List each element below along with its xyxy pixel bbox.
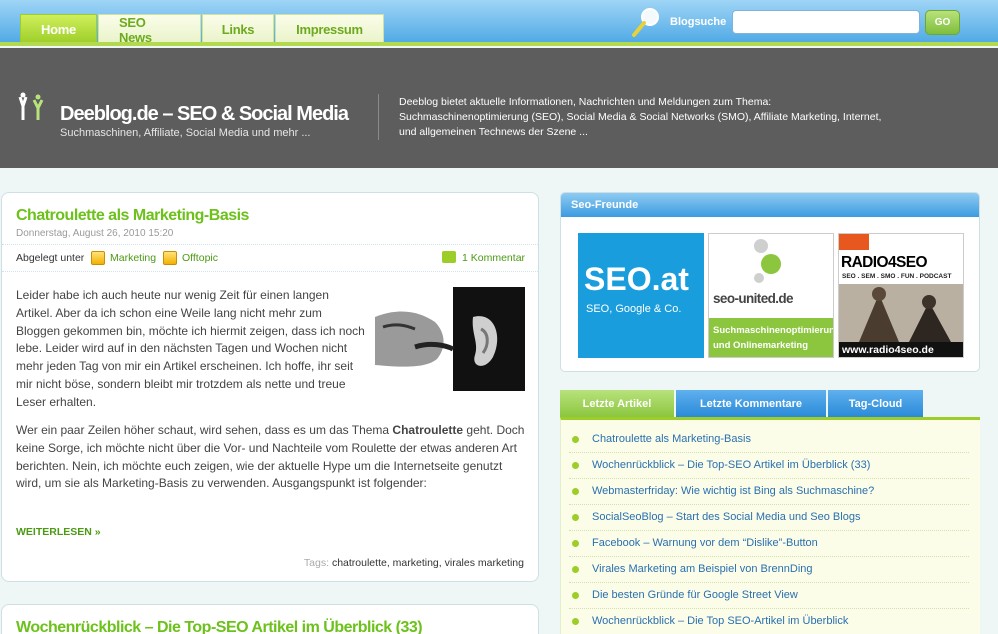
post-card: Wochenrückblick – Die Top-SEO Artikel im… — [1, 604, 539, 634]
article-link[interactable]: Wochenrückblick – Die Top-SEO Artikel im… — [592, 459, 870, 471]
site-logo-icon[interactable] — [18, 92, 50, 122]
site-tagline: Suchmaschinen, Affiliate, Social Media u… — [60, 127, 311, 139]
article-link[interactable]: Webmasterfriday: Wie wichtig ist Bing al… — [592, 485, 874, 497]
post-tags: Tags: chatroulette, marketing, virales m… — [303, 557, 524, 569]
list-item: Virales Marketing am Beispiel von BrennD… — [569, 557, 969, 583]
top-bar: Home SEO News Links Impressum Blogsuche … — [0, 0, 998, 46]
article-link[interactable]: Chatroulette als Marketing-Basis — [592, 433, 751, 445]
bullet-icon — [572, 540, 579, 547]
tab-latest-articles[interactable]: Letzte Artikel — [560, 390, 674, 417]
tab-latest-comments[interactable]: Letzte Kommentare — [676, 390, 826, 417]
bullet-icon — [572, 592, 579, 599]
banner-accent-bar — [839, 234, 869, 250]
list-item: Die besten Gründe für Google Street View — [569, 583, 969, 609]
post-paragraph: Wer ein paar Zeilen höher schaut, wird s… — [16, 422, 526, 493]
category-link-marketing[interactable]: Marketing — [110, 252, 156, 264]
comments-link[interactable]: 1 Kommentar — [462, 252, 525, 264]
list-item: Wochenrückblick – Die Top SEO-Artikel im… — [569, 609, 969, 634]
read-more-link[interactable]: WEITERLESEN » — [16, 526, 101, 538]
post-title[interactable]: Wochenrückblick – Die Top-SEO Artikel im… — [16, 619, 423, 634]
list-item: Chatroulette als Marketing-Basis — [569, 427, 969, 453]
tag-link[interactable]: virales marketing — [445, 557, 524, 569]
whisper-photo-icon — [375, 287, 525, 391]
latest-articles-panel: Chatroulette als Marketing-Basis Wochenr… — [560, 417, 980, 634]
bullet-icon — [572, 488, 579, 495]
seo-united-logo-icon — [754, 239, 781, 283]
nav-tab-links[interactable]: Links — [202, 14, 274, 44]
site-header: Deeblog.de – SEO & Social Media Suchmasc… — [0, 48, 998, 168]
tab-tag-cloud[interactable]: Tag-Cloud — [828, 390, 923, 417]
article-link[interactable]: Facebook – Warnung vor dem “Dislike”-But… — [592, 537, 818, 549]
nav-tab-seo-news[interactable]: SEO News — [98, 14, 201, 45]
post-meta-bar: Abgelegt unter Marketing Offtopic 1 Komm… — [2, 244, 538, 272]
post-title[interactable]: Chatroulette als Marketing-Basis — [16, 207, 249, 225]
banner-subtitle: Suchmaschinenoptimierung und Onlinemarke… — [709, 318, 833, 357]
comment-icon — [442, 251, 456, 263]
article-link[interactable]: Die besten Gründe für Google Street View — [592, 589, 798, 601]
search-input[interactable] — [732, 10, 920, 34]
tag-link[interactable]: marketing — [393, 557, 439, 569]
tags-label: Tags: — [303, 557, 330, 569]
banner-url: www.radio4seo.de — [839, 342, 963, 357]
bullet-icon — [572, 566, 579, 573]
seo-friends-title: Seo-Freunde — [561, 193, 979, 217]
radio-photo-icon — [839, 284, 963, 342]
main-nav: Home SEO News Links Impressum — [20, 14, 385, 45]
list-item: Webmasterfriday: Wie wichtig ist Bing al… — [569, 479, 969, 505]
tag-link[interactable]: chatroulette — [332, 557, 387, 569]
banner-seo-at[interactable]: SEO.at SEO, Google & Co. — [578, 233, 704, 358]
bullet-icon — [572, 462, 579, 469]
article-link[interactable]: Wochenrückblick – Die Top SEO-Artikel im… — [592, 615, 848, 627]
post-image-whisper — [375, 287, 525, 391]
text-span: Wer ein paar Zeilen höher schaut, wird s… — [16, 423, 393, 437]
banner-subtitle: SEO . SEM . SMO . FUN . PODCAST — [842, 273, 952, 280]
nav-underline — [0, 42, 998, 46]
search-label: Blogsuche — [670, 16, 727, 28]
magnifier-icon — [632, 8, 659, 37]
folder-icon — [163, 251, 177, 265]
banner-radio4seo[interactable]: RADIO4SEO SEO . SEM . SMO . FUN . PODCAS… — [838, 233, 964, 358]
site-title[interactable]: Deeblog.de – SEO & Social Media — [60, 103, 349, 126]
article-link[interactable]: SocialSeoBlog – Start des Social Media u… — [592, 511, 860, 523]
bullet-icon — [572, 514, 579, 521]
list-item: SocialSeoBlog – Start des Social Media u… — [569, 505, 969, 531]
bullet-icon — [572, 436, 579, 443]
sidebar-tabs: Letzte Artikel Letzte Kommentare Tag-Clo… — [560, 390, 980, 634]
header-divider — [378, 94, 379, 140]
category-link-offtopic[interactable]: Offtopic — [182, 252, 218, 264]
nav-tab-impressum[interactable]: Impressum — [275, 14, 384, 44]
banner-subtitle: SEO, Google & Co. — [586, 303, 682, 315]
list-item: Facebook – Warnung vor dem “Dislike”-But… — [569, 531, 969, 557]
banner-seo-united[interactable]: seo-united.de Suchmaschinenoptimierung u… — [708, 233, 834, 358]
banner-title: RADIO4SEO — [841, 254, 928, 271]
seo-friends-box: Seo-Freunde SEO.at SEO, Google & Co. seo… — [560, 192, 980, 372]
post-card: Chatroulette als Marketing-Basis Donners… — [1, 192, 539, 582]
nav-tab-home[interactable]: Home — [20, 14, 97, 44]
search-go-button[interactable]: GO — [925, 10, 960, 35]
folder-icon — [91, 251, 105, 265]
category-prefix: Abgelegt unter — [16, 252, 85, 264]
banner-title: seo-united.de — [713, 291, 794, 306]
highlight-term: Chatroulette — [392, 423, 464, 437]
banner-title: SEO.at — [584, 261, 689, 297]
site-description: Deeblog bietet aktuelle Informationen, N… — [399, 96, 882, 138]
post-date: Donnerstag, August 26, 2010 15:20 — [16, 228, 174, 239]
post-paragraph: Leider habe ich auch heute nur wenig Zei… — [16, 288, 365, 409]
article-link[interactable]: Virales Marketing am Beispiel von BrennD… — [592, 563, 813, 575]
tab-bar: Letzte Artikel Letzte Kommentare Tag-Clo… — [560, 390, 925, 417]
bullet-icon — [572, 618, 579, 625]
list-item: Wochenrückblick – Die Top-SEO Artikel im… — [569, 453, 969, 479]
